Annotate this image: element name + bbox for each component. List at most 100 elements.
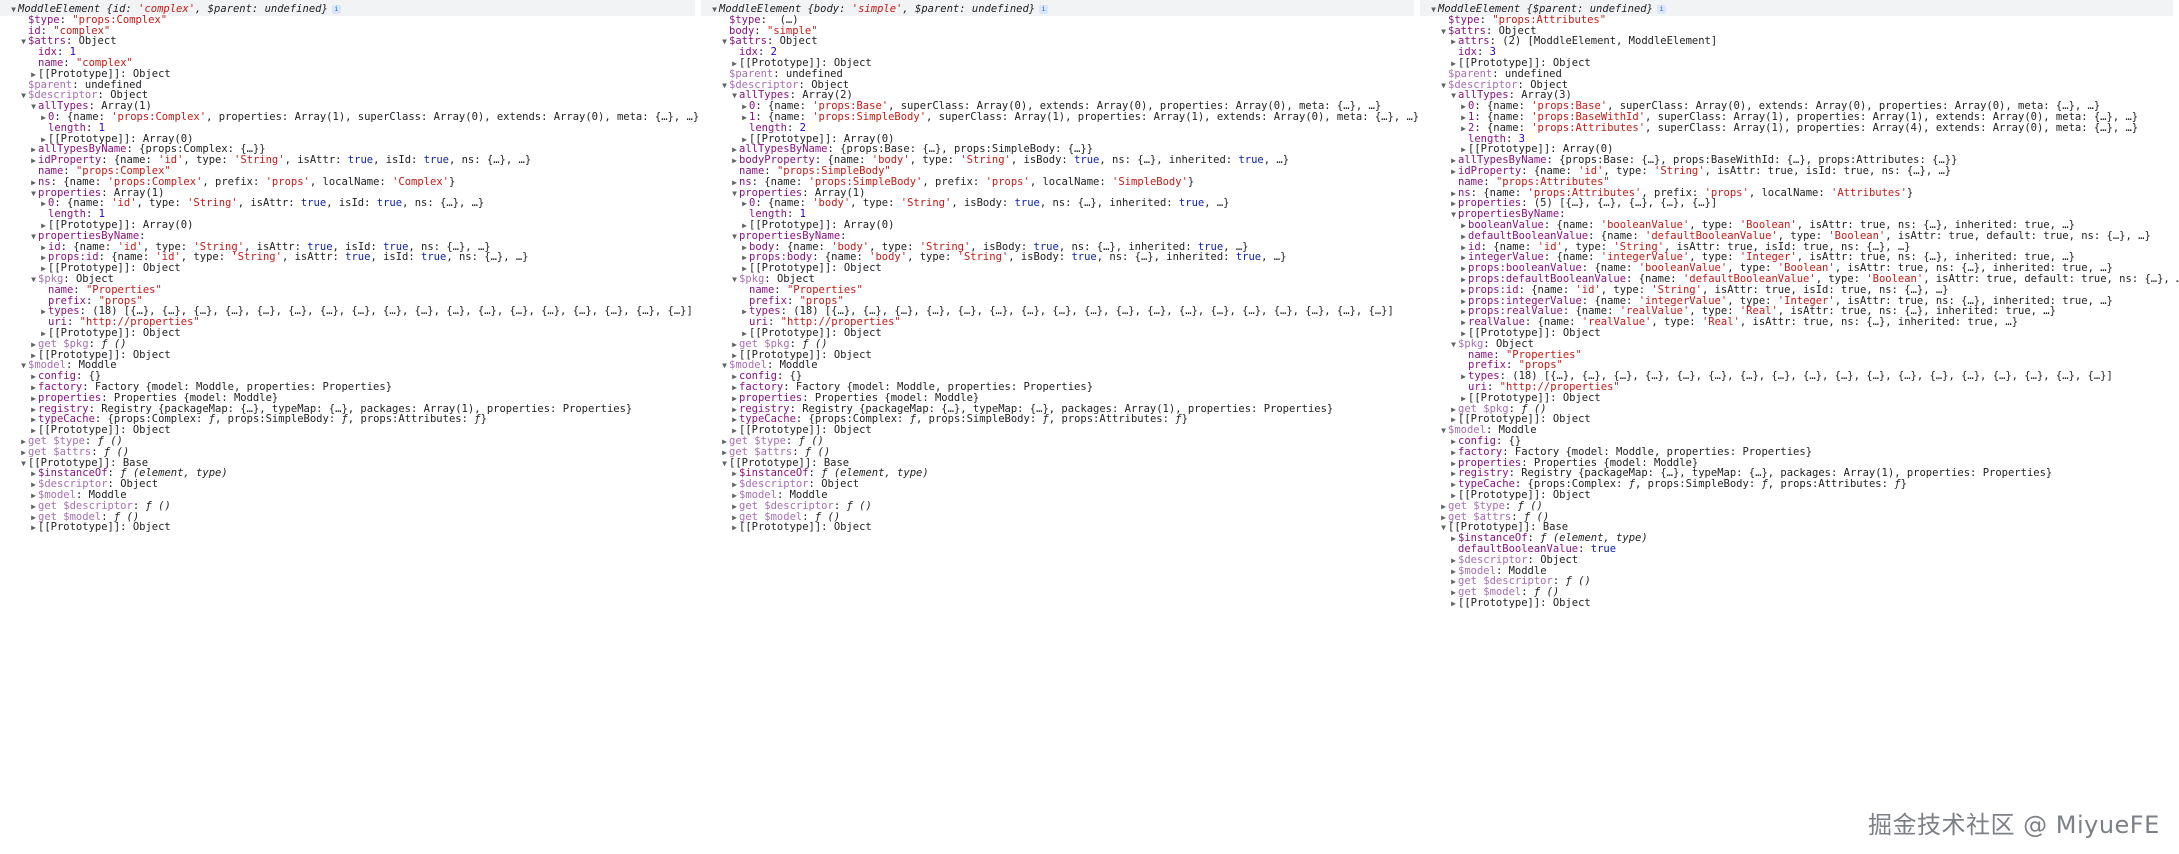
- property-value: }: [1181, 413, 1188, 426]
- property-value: 'SimpleBody': [1112, 175, 1188, 188]
- property-value: 'props': [985, 175, 1030, 188]
- expanded-triangle-icon[interactable]: ▼: [9, 2, 18, 17]
- property-value: ƒ (): [1565, 575, 1591, 588]
- property-value: 'props:Attributes': [1531, 121, 1646, 134]
- property-value: true: [1238, 154, 1264, 167]
- expanded-triangle-icon[interactable]: ▼: [720, 78, 729, 93]
- tree-row[interactable]: ▶ [[Prototype]]: Object: [730, 520, 872, 535]
- property-value: [[Prototype]]: Object: [1458, 597, 1591, 609]
- property-value: true: [300, 197, 327, 210]
- property-value: , properties: Array(1), superClass: Arra…: [206, 111, 700, 123]
- property-value: 'props': [265, 175, 310, 188]
- expanded-triangle-icon[interactable]: ▼: [1449, 337, 1458, 352]
- property-value: {body:: [807, 3, 852, 15]
- property-value: true: [423, 154, 449, 167]
- expanded-triangle-icon[interactable]: ▼: [1439, 24, 1448, 39]
- console-panel-simple: ▼ ModdleElement {body: 'simple', $parent:…: [701, 0, 1420, 854]
- property-value: , type:: [909, 154, 961, 167]
- property-value: 'String': [1654, 165, 1705, 177]
- console-panel-complex: ▼ ModdleElement {id: 'complex', $parent: …: [0, 0, 701, 854]
- property-value: true: [376, 197, 403, 210]
- property-value: , …}: [1263, 154, 1290, 167]
- property-value: , superClass: Array(1), properties: Arra…: [926, 111, 1420, 123]
- property-value: , isAttr: true, ns: {…}, inherited: true…: [1739, 316, 2019, 329]
- collapsed-triangle-icon[interactable]: ▶: [1449, 596, 1458, 611]
- info-icon: i: [1039, 4, 1049, 14]
- expanded-triangle-icon[interactable]: ▼: [1439, 78, 1448, 93]
- expanded-triangle-icon[interactable]: ▼: [710, 2, 719, 17]
- expanded-triangle-icon[interactable]: ▼: [730, 229, 739, 244]
- expanded-triangle-icon[interactable]: ▼: [720, 456, 729, 471]
- expanded-triangle-icon[interactable]: ▼: [1449, 88, 1458, 103]
- expanded-triangle-icon[interactable]: ▼: [1439, 423, 1448, 438]
- preview-string: 'simple': [851, 3, 903, 15]
- expanded-triangle-icon[interactable]: ▼: [1449, 207, 1458, 222]
- property-value: , superClass: Array(1), properties: Arra…: [1645, 121, 2139, 134]
- property-value: , ns: {…}, …}: [448, 154, 532, 167]
- property-value: , isId:: [370, 251, 422, 264]
- property-value: true: [345, 251, 371, 264]
- property-value: ƒ (): [145, 499, 171, 512]
- property-value: , ns: {…}, …}: [446, 251, 529, 264]
- property-value: , localName:: [1029, 175, 1113, 188]
- property-value: 'id': [111, 197, 137, 210]
- property-value: 'String': [957, 251, 1009, 264]
- property-value: 'String': [187, 197, 238, 210]
- tree-row[interactable]: ▶ [[Prototype]]: Object: [1449, 596, 1591, 611]
- property-value: , localName:: [309, 175, 393, 188]
- expanded-triangle-icon[interactable]: ▼: [730, 186, 739, 201]
- tree-row[interactable]: ▶ 1: {name: 'props:SimpleBody', superClas…: [740, 110, 1419, 125]
- property-value: }: [1187, 175, 1195, 188]
- tree-row[interactable]: ▶ 2: {name: 'props:Attributes', superClas…: [1459, 121, 2138, 136]
- property-value: 'Complex': [392, 175, 449, 188]
- property-value: , type:: [907, 251, 958, 264]
- collapsed-triangle-icon[interactable]: ▶: [730, 520, 739, 535]
- expanded-triangle-icon[interactable]: ▼: [29, 272, 38, 287]
- property-value: , ns: {…}, inherited:: [1039, 197, 1179, 210]
- property-value: , $parent: undefined}: [195, 3, 328, 15]
- expanded-triangle-icon[interactable]: ▼: [720, 34, 729, 49]
- tree-row[interactable]: ▶ 0: {name: 'body', type: 'String', isBod…: [740, 196, 1229, 211]
- property-value: true: [1074, 154, 1100, 167]
- tree-row[interactable]: ▶ [[Prototype]]: Object: [29, 520, 171, 535]
- expanded-triangle-icon[interactable]: ▼: [19, 358, 28, 373]
- property-value: true: [1014, 197, 1040, 210]
- property-value: , props:Attributes:: [347, 413, 475, 426]
- tree-row[interactable]: ▶ 0: {name: 'id', type: 'String', isAttr:…: [39, 196, 484, 211]
- property-value: 'props:Complex': [111, 111, 207, 123]
- expanded-triangle-icon[interactable]: ▼: [29, 229, 38, 244]
- property-value: , props:SimpleBody:: [215, 413, 342, 426]
- expanded-triangle-icon[interactable]: ▼: [1429, 2, 1438, 17]
- property-value: true: [1178, 197, 1205, 210]
- property-value: [[Prototype]]: Object: [38, 521, 171, 534]
- expanded-triangle-icon[interactable]: ▼: [29, 99, 38, 114]
- property-value: , props:Attributes:: [1048, 413, 1176, 426]
- property-value: 'String': [231, 251, 282, 264]
- console-panel-attributes: ▼ ModdleElement {$parent: undefined} i $typ…: [1420, 0, 2179, 854]
- expanded-triangle-icon[interactable]: ▼: [19, 34, 28, 49]
- property-value: , type:: [1651, 316, 1702, 329]
- property-value: , …}: [1261, 251, 1287, 264]
- expanded-triangle-icon[interactable]: ▼: [29, 186, 38, 201]
- watermark: 掘金技术社区 @ MiyueFE: [1868, 811, 2160, 839]
- property-value: , isAttr: true, default: true, ns: {…}, …: [1923, 273, 2179, 285]
- property-value: 'String': [234, 154, 285, 167]
- tree-row[interactable]: ▶ 0: {name: 'props:Complex', properties: …: [39, 110, 699, 125]
- property-value: [[Prototype]]: Object: [739, 521, 872, 534]
- property-value: 'Real': [1701, 316, 1740, 329]
- property-value: , ns: {…}, …}: [402, 197, 485, 210]
- expanded-triangle-icon[interactable]: ▼: [19, 456, 28, 471]
- info-icon: i: [331, 4, 341, 14]
- property-value: true: [347, 154, 374, 167]
- expanded-triangle-icon[interactable]: ▼: [19, 88, 28, 103]
- property-value: , isBody:: [1010, 154, 1075, 167]
- expanded-triangle-icon[interactable]: ▼: [730, 88, 739, 103]
- expanded-triangle-icon[interactable]: ▼: [730, 272, 739, 287]
- expanded-triangle-icon[interactable]: ▼: [1439, 520, 1448, 535]
- expanded-triangle-icon[interactable]: ▼: [720, 358, 729, 373]
- property-value: ƒ (): [846, 499, 872, 512]
- property-value: , ns: {…}, inherited:: [1099, 154, 1239, 167]
- property-value: , props:Attributes:: [1767, 478, 1895, 491]
- collapsed-triangle-icon[interactable]: ▶: [29, 520, 38, 535]
- property-value: , isBody:: [1008, 251, 1072, 264]
